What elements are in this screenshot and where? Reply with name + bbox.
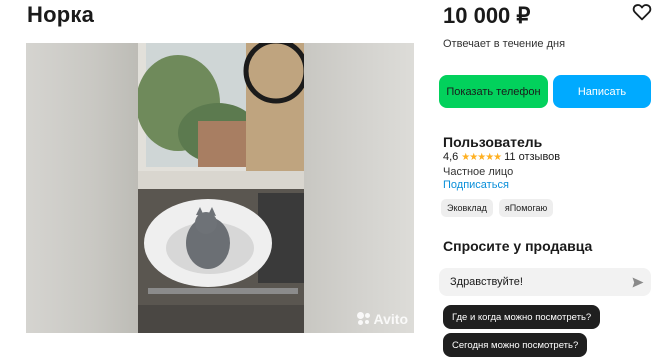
gallery-blur-left bbox=[26, 43, 138, 333]
message-input[interactable] bbox=[439, 268, 651, 296]
star-icon: ★★★★★ bbox=[461, 151, 502, 163]
price: 10 000 ₽ bbox=[443, 3, 531, 28]
rating-value: 4,6 bbox=[443, 151, 459, 163]
seller-name[interactable]: Пользователь bbox=[443, 134, 542, 150]
tag-yapomogayu[interactable]: яПомогаю bbox=[498, 199, 554, 217]
window-sill bbox=[138, 171, 304, 189]
heart-icon[interactable] bbox=[632, 3, 652, 21]
main-photo[interactable] bbox=[138, 43, 304, 333]
avito-logo-icon bbox=[356, 312, 371, 326]
ask-seller-title: Спросите у продавца bbox=[443, 238, 593, 254]
seller-type: Частное лицо bbox=[443, 166, 514, 178]
seller-tags: Эковклад яПомогаю bbox=[441, 199, 554, 217]
dryer-rack bbox=[148, 288, 298, 294]
listing-title: Норка bbox=[27, 2, 95, 27]
photo-gallery[interactable]: Avito bbox=[26, 43, 414, 333]
avito-watermark: Avito bbox=[356, 311, 408, 327]
tag-ecodeposit[interactable]: Эковклад bbox=[441, 199, 493, 217]
subscribe-link[interactable]: Подписаться bbox=[443, 179, 509, 191]
watermark-text: Avito bbox=[373, 311, 408, 327]
quick-question-today[interactable]: Сегодня можно посмотреть? bbox=[443, 333, 588, 357]
seller-rating[interactable]: 4,6 ★★★★★ 11 отзывов bbox=[443, 151, 560, 163]
reviews-link[interactable]: 11 отзывов bbox=[504, 151, 560, 163]
reply-time: Отвечает в течение дня bbox=[443, 38, 566, 50]
write-message-button[interactable]: Написать bbox=[553, 75, 651, 108]
gallery-blur-right bbox=[304, 43, 414, 333]
send-icon[interactable] bbox=[632, 277, 644, 288]
show-phone-button[interactable]: Показать телефон bbox=[439, 75, 548, 108]
quick-question-where-when[interactable]: Где и когда можно посмотреть? bbox=[443, 305, 601, 329]
